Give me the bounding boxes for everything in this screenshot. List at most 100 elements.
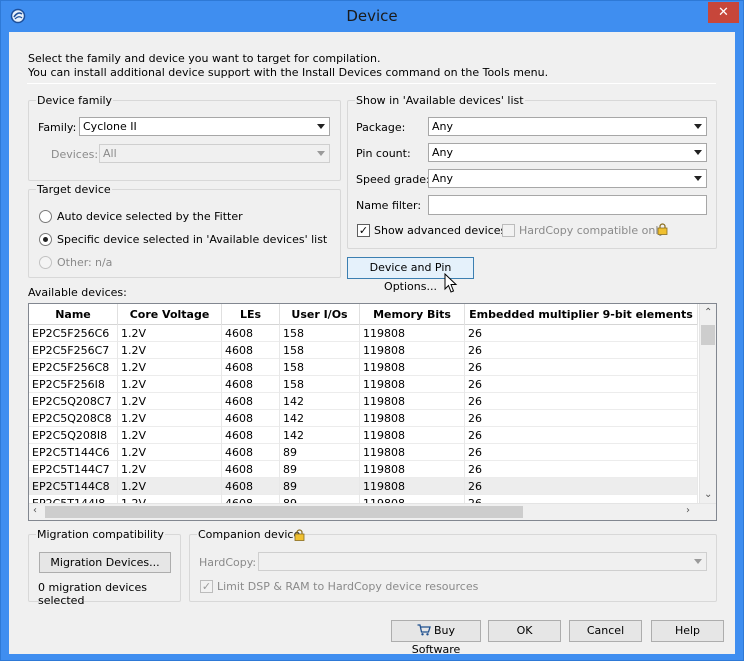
vertical-scroll-thumb[interactable] [701,325,715,345]
table-cell: EP2C5T144C8 [29,478,118,495]
table-cell: 158 [280,342,360,359]
table-header: Name Core Voltage LEs User I/Os Memory B… [29,304,698,325]
ok-button[interactable]: OK [488,620,561,642]
hardcopy-compatible-label: HardCopy compatible only [519,224,665,237]
table-cell: 119808 [360,376,465,393]
table-cell: 4608 [222,410,280,427]
vertical-scrollbar[interactable]: ⌃ ⌄ [699,304,716,504]
mouse-cursor-icon [444,273,458,293]
table-cell: EP2C5Q208I8 [29,427,118,444]
table-cell: 89 [280,461,360,478]
hardcopy-compatible-checkbox[interactable] [502,224,515,237]
table-cell: 158 [280,359,360,376]
column-header[interactable]: Name [29,304,118,325]
table-cell: 119808 [360,342,465,359]
family-select[interactable]: Cyclone II [79,117,330,136]
table-cell: 26 [465,342,698,359]
table-cell: 1.2V [118,478,222,495]
window-title: Device [346,7,398,25]
table-row[interactable]: EP2C5F256C6 1.2V 4608 158 119808 26 [29,325,698,342]
limit-dsp-checkbox[interactable]: ✓ [200,580,213,593]
chevron-down-icon [694,559,702,564]
specific-device-label[interactable]: Specific device selected in 'Available d… [57,233,327,246]
help-button[interactable]: Help [651,620,724,642]
close-button[interactable]: ✕ [708,2,739,23]
intro-text: Select the family and device you want to… [28,52,548,80]
pin-count-label: Pin count: [356,147,411,160]
show-advanced-checkbox[interactable]: ✓ [357,224,370,237]
table-cell: 142 [280,410,360,427]
table-cell: 119808 [360,444,465,461]
package-select[interactable]: Any [428,117,707,136]
table-cell: EP2C5Q208C7 [29,393,118,410]
table-cell: 119808 [360,393,465,410]
available-devices-table[interactable]: Name Core Voltage LEs User I/Os Memory B… [28,303,717,521]
other-value: n/a [95,256,113,269]
scroll-down-icon[interactable]: ⌄ [704,489,712,500]
help-label: Help [674,624,701,637]
hardcopy-label: HardCopy: [199,556,257,569]
cancel-label: Cancel [586,624,625,637]
table-cell: 1.2V [118,376,222,393]
scroll-left-icon[interactable]: ‹ [33,505,37,516]
table-cell: 26 [465,376,698,393]
column-header[interactable]: User I/Os [280,304,360,325]
cancel-button[interactable]: Cancel [569,620,642,642]
hardcopy-select[interactable] [258,552,707,571]
devices-label: Devices: [51,148,99,161]
table-cell: 4608 [222,444,280,461]
auto-device-label[interactable]: Auto device selected by the Fitter [57,210,243,223]
specific-device-radio[interactable] [39,233,52,246]
chevron-down-icon [317,151,325,156]
table-row[interactable]: EP2C5T144C8 1.2V 4608 89 119808 26 [29,478,698,495]
table-cell: 1.2V [118,410,222,427]
other-device-radio[interactable] [39,256,52,269]
table-cell: 119808 [360,325,465,342]
table-row[interactable]: EP2C5F256C7 1.2V 4608 158 119808 26 [29,342,698,359]
migration-devices-button[interactable]: Migration Devices... [39,552,171,573]
available-devices-label: Available devices: [28,286,127,299]
table-cell: 4608 [222,427,280,444]
table-row[interactable]: EP2C5F256I8 1.2V 4608 158 119808 26 [29,376,698,393]
scroll-up-icon[interactable]: ⌃ [704,307,712,318]
table-row[interactable]: EP2C5Q208C7 1.2V 4608 142 119808 26 [29,393,698,410]
title-bar[interactable]: Device ✕ [1,1,743,32]
table-cell: 1.2V [118,393,222,410]
target-device-legend: Target device [36,183,112,196]
speed-grade-select[interactable]: Any [428,169,707,188]
auto-device-radio[interactable] [39,210,52,223]
column-header[interactable]: LEs [222,304,280,325]
table-cell: 89 [280,444,360,461]
speed-grade-label: Speed grade: [356,173,430,186]
horizontal-scroll-thumb[interactable] [45,506,523,518]
table-row[interactable]: EP2C5Q208I8 1.2V 4608 142 119808 26 [29,427,698,444]
column-header[interactable]: Core Voltage [118,304,222,325]
table-row[interactable]: EP2C5T144C6 1.2V 4608 89 119808 26 [29,444,698,461]
table-row[interactable]: EP2C5Q208C8 1.2V 4608 142 119808 26 [29,410,698,427]
table-cell: 26 [465,393,698,410]
table-cell: EP2C5T144C6 [29,444,118,461]
column-header[interactable]: Memory Bits [360,304,465,325]
table-cell: 142 [280,427,360,444]
companion-legend: Companion device [197,528,302,541]
chevron-down-icon [694,150,702,155]
buy-software-button[interactable]: Buy Software [391,620,481,656]
table-cell: 4608 [222,325,280,342]
table-cell: 26 [465,461,698,478]
family-label: Family: [38,121,77,134]
table-row[interactable]: EP2C5F256C8 1.2V 4608 158 119808 26 [29,359,698,376]
table-row[interactable]: EP2C5T144C7 1.2V 4608 89 119808 26 [29,461,698,478]
devices-select[interactable]: All [99,144,330,163]
table-cell: 1.2V [118,359,222,376]
close-icon: ✕ [718,5,729,20]
show-advanced-label[interactable]: Show advanced devices [374,224,506,237]
scroll-right-icon[interactable]: › [686,505,690,516]
table-cell: EP2C5F256C7 [29,342,118,359]
table-cell: 26 [465,427,698,444]
package-label: Package: [356,121,406,134]
name-filter-input[interactable] [428,195,707,215]
pin-count-select[interactable]: Any [428,143,707,162]
horizontal-scrollbar[interactable]: ‹ › [29,503,716,520]
column-header[interactable]: Embedded multiplier 9-bit elements [465,304,698,325]
device-pin-options-label: Device and Pin Options... [369,261,452,293]
